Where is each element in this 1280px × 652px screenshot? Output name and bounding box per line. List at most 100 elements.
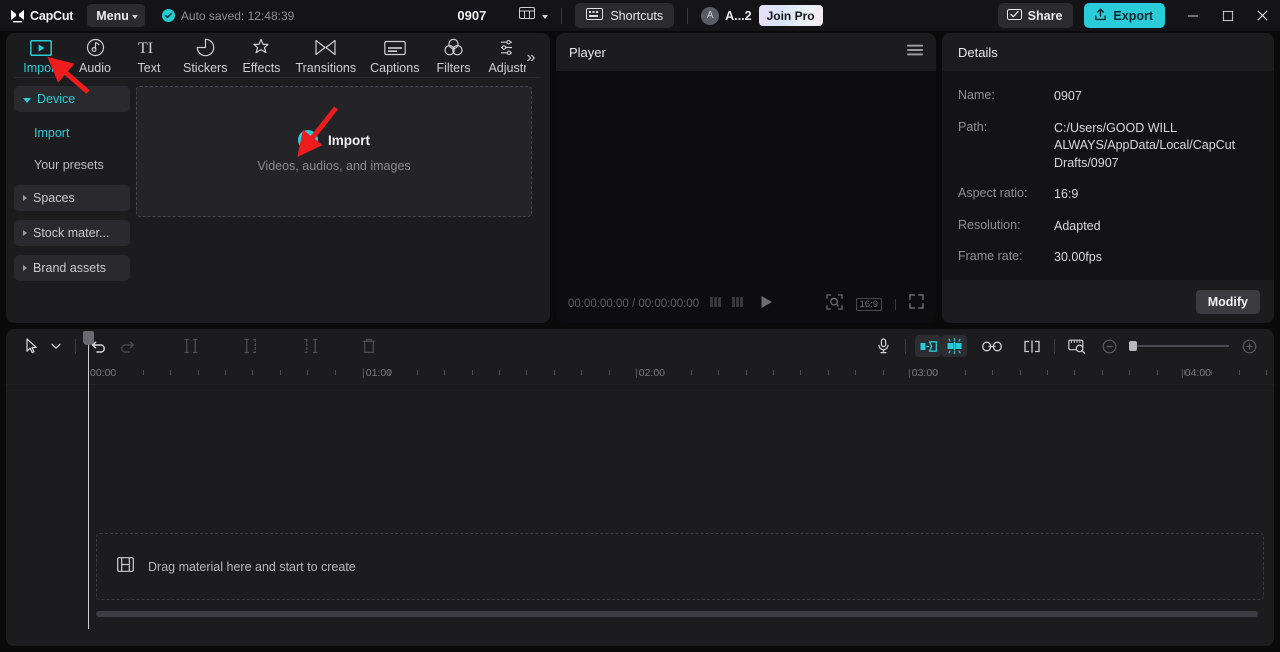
sidebar-item-stock-materials-label: Stock mater... (33, 226, 110, 240)
player-controls-right: 16:9 (825, 293, 925, 315)
split-icon (177, 334, 205, 358)
film-strip-icon (117, 556, 134, 577)
tab-filters[interactable]: Filters (426, 33, 480, 75)
zoom-fit-icon[interactable] (825, 293, 843, 315)
sidebar-item-device[interactable]: Device (14, 86, 130, 112)
tab-captions[interactable]: Captions (363, 33, 426, 75)
divider (561, 7, 563, 24)
details-title: Details (958, 44, 998, 60)
microphone-icon[interactable] (870, 335, 896, 357)
autosave-status: Auto saved: 12:48:39 (161, 9, 294, 23)
ruler-major-mark: | (362, 367, 365, 379)
horizontal-scrollbar[interactable] (96, 611, 1258, 617)
plus-circle-icon (298, 130, 318, 150)
export-button[interactable]: Export (1084, 3, 1165, 28)
empty-track-label: Drag material here and start to create (148, 559, 356, 574)
details-value-resolution: Adapted (1054, 218, 1101, 233)
keyframe-icon[interactable] (1019, 335, 1045, 357)
select-tool-icon[interactable] (18, 334, 46, 358)
adjustment-icon (499, 37, 515, 58)
sidebar-item-brand-assets[interactable]: Brand assets (14, 255, 130, 281)
chevron-right-icon (23, 230, 27, 236)
menu-label: Menu (96, 8, 129, 23)
chevron-right-icon (23, 265, 27, 271)
sidebar-item-your-presets[interactable]: Your presets (14, 153, 130, 177)
ruler-tick (828, 370, 829, 375)
ruler-major-mark: | (635, 367, 638, 379)
player-controls-left: 00:00:00:00 / 00:00:00:00 (568, 295, 773, 314)
sidebar-item-device-label: Device (37, 92, 76, 106)
timeline-toolbar (6, 329, 1274, 363)
aspect-ratio-chip[interactable]: 16:9 (855, 297, 882, 311)
sidebar-item-import-label: Import (34, 126, 70, 140)
link-icon[interactable] (979, 335, 1005, 357)
ruler-tick (1184, 370, 1185, 375)
timeline-ruler[interactable]: 00:00 |01:00 |02:00 |03:00 |04:00 (6, 363, 1274, 385)
ruler-tick (663, 370, 664, 375)
menu-button[interactable]: Menu (87, 4, 145, 27)
auto-transition-icon[interactable] (915, 335, 941, 357)
tab-text-label: Text (137, 61, 161, 75)
tab-audio[interactable]: Audio (68, 33, 122, 75)
import-dropzone-subtitle: Videos, audios, and images (257, 159, 411, 173)
frame-forward-icon[interactable] (732, 295, 744, 313)
frame-back-icon[interactable] (710, 295, 722, 313)
divider (75, 338, 76, 354)
account-button[interactable]: A A...2 (701, 6, 752, 25)
close-button[interactable] (1245, 0, 1280, 31)
tab-text[interactable]: TI Text (122, 33, 176, 75)
sidebar-item-stock-materials[interactable]: Stock mater... (14, 220, 130, 246)
capcut-logo-icon (10, 9, 25, 23)
maximize-button[interactable] (1210, 0, 1245, 31)
ruler-tick (581, 370, 582, 375)
details-header: Details (942, 33, 1274, 71)
zoom-out-icon[interactable] (1096, 335, 1122, 357)
ruler-tick (800, 370, 801, 375)
timeline-ruler-ticks: 00:00 |01:00 |02:00 |03:00 |04:00 (88, 363, 1274, 385)
ruler-tick (499, 370, 500, 375)
minimize-button[interactable] (1175, 0, 1210, 31)
magnet-snap-icon[interactable] (941, 335, 967, 357)
ruler-tick (554, 370, 555, 375)
join-pro-button[interactable]: Join Pro (758, 5, 823, 26)
modify-button[interactable]: Modify (1195, 289, 1260, 314)
play-icon[interactable] (760, 295, 773, 314)
sidebar-item-spaces[interactable]: Spaces (14, 185, 130, 211)
details-value-aspect-ratio: 16:9 (1054, 187, 1079, 201)
more-tabs-button[interactable]: » (520, 47, 542, 69)
sidebar-item-import[interactable]: Import (14, 121, 130, 145)
join-pro-label: Join Pro (766, 8, 815, 23)
ruler-tick (1047, 370, 1048, 375)
import-dropzone-row: Import (298, 130, 370, 150)
keyboard-icon (586, 8, 604, 23)
player-menu-icon[interactable] (907, 43, 923, 61)
tab-transitions[interactable]: Transitions (288, 33, 363, 75)
import-dropzone[interactable]: Import Videos, audios, and images (136, 86, 532, 217)
empty-track-dropzone[interactable]: Drag material here and start to create (96, 533, 1264, 600)
zoom-slider-knob[interactable] (1129, 341, 1137, 351)
tab-import[interactable]: Import (14, 33, 68, 75)
tab-import-label: Import (23, 61, 59, 75)
chevron-down-icon (542, 14, 549, 19)
zoom-slider[interactable] (1129, 341, 1229, 351)
ruler-tick (307, 370, 308, 375)
ruler-tick (1157, 370, 1158, 375)
shortcuts-button[interactable]: Shortcuts (575, 3, 675, 28)
share-button[interactable]: Share (997, 3, 1074, 28)
fullscreen-icon[interactable] (909, 294, 924, 314)
playhead-handle[interactable] (83, 331, 94, 345)
ruler-label-text: 02:00 (638, 367, 666, 379)
thumbnail-preview-icon[interactable] (1064, 335, 1090, 357)
ruler-tick (718, 370, 719, 375)
tab-filters-label: Filters (436, 61, 471, 75)
playhead[interactable] (83, 331, 94, 629)
tab-stickers[interactable]: Stickers (176, 33, 234, 75)
zoom-in-icon[interactable] (1236, 335, 1262, 357)
tool-dropdown-icon[interactable] (46, 334, 66, 358)
captions-icon (383, 37, 406, 58)
tab-effects[interactable]: Effects (234, 33, 288, 75)
player-stage[interactable] (556, 71, 936, 285)
details-row-resolution: Resolution: Adapted (950, 218, 1258, 236)
layout-grid-icon (519, 6, 536, 25)
layout-switcher-button[interactable] (519, 6, 549, 25)
